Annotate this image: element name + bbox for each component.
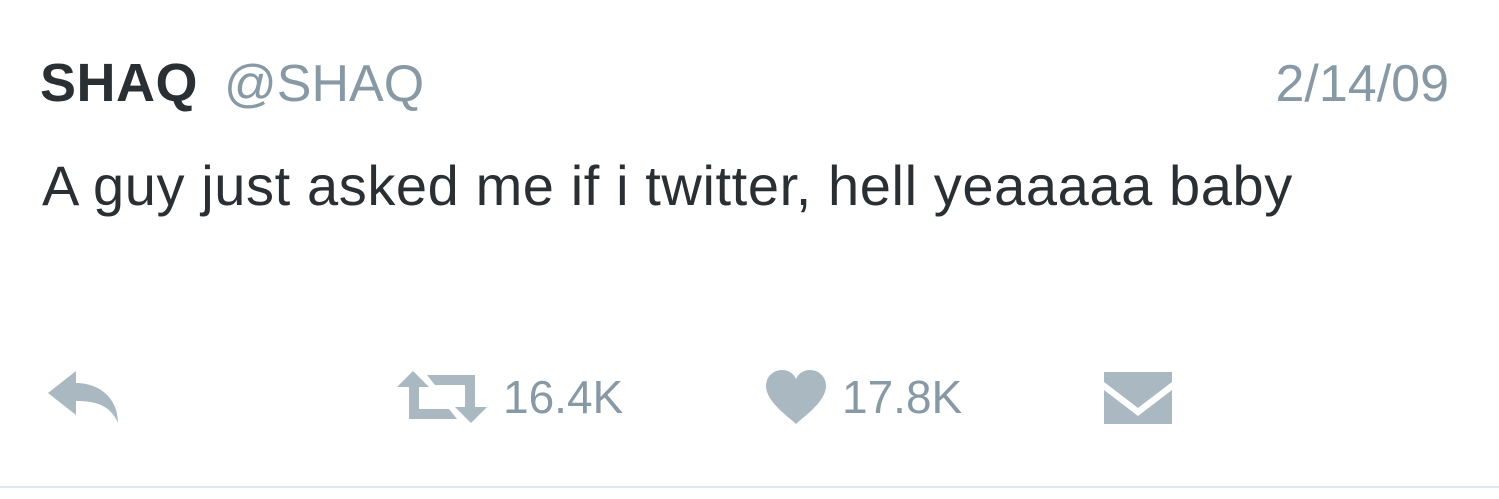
heart-icon [764,368,828,426]
tweet-date[interactable]: 2/14/09 [1276,54,1450,114]
tweet-text: A guy just asked me if i twitter, hell y… [42,154,1293,217]
like-button[interactable]: 17.8K [764,362,962,432]
direct-message-button[interactable] [1102,362,1174,432]
reply-arrow-icon [46,369,120,425]
bottom-divider [0,486,1499,488]
tweet-header: SHAQ @SHAQ [40,52,424,122]
retweet-button[interactable]: 16.4K [395,362,623,432]
like-count: 17.8K [842,371,963,423]
retweet-count: 16.4K [503,371,624,423]
tweet-card: SHAQ @SHAQ 2/14/09 A guy just asked me i… [0,0,1499,499]
reply-button[interactable] [46,362,120,432]
user-handle[interactable]: @SHAQ [224,54,424,114]
retweet-icon [395,369,489,425]
tweet-actions: 16.4K 17.8K [0,362,1499,432]
envelope-icon [1102,368,1174,426]
display-name[interactable]: SHAQ [40,52,198,114]
